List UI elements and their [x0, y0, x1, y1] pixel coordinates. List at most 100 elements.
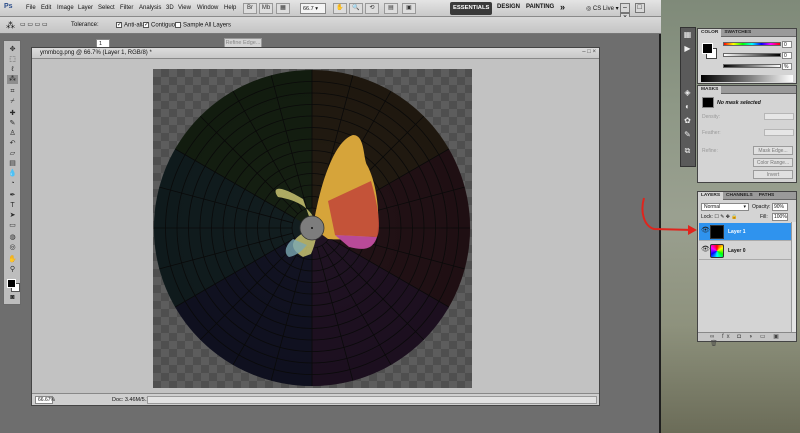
horizontal-scrollbar[interactable] — [147, 396, 597, 404]
mask-edge-button[interactable]: Mask Edge... — [753, 146, 793, 155]
brightness-slider[interactable] — [723, 64, 781, 68]
blur-icon[interactable]: 💧 — [7, 169, 18, 178]
lasso-icon[interactable]: ℓ — [7, 65, 18, 74]
magic-wand-icon[interactable]: ⁂ — [7, 75, 18, 84]
color-foreground-swatch[interactable] — [702, 43, 713, 54]
brushes-panel-icon[interactable]: ✎ — [681, 130, 694, 142]
history-panel-icon[interactable]: ▦ — [681, 30, 694, 42]
menu-layer[interactable]: Layer — [78, 5, 93, 11]
magic-wand-preset-icon[interactable]: ⁂ — [6, 20, 15, 31]
opacity-field[interactable]: 90% — [772, 203, 788, 211]
healing-icon[interactable]: ✚ — [7, 109, 18, 118]
pen-icon[interactable]: ✒ — [7, 191, 18, 200]
hue-slider[interactable] — [723, 42, 781, 46]
menu-filter[interactable]: Filter — [120, 5, 133, 11]
blend-mode-select[interactable]: Normal ▾ — [701, 203, 749, 211]
marquee-icon[interactable]: ⬚ — [7, 55, 18, 64]
type-icon[interactable]: T — [7, 201, 18, 210]
document-window: ymmbcg.png @ 66.7% (Layer 1, RGB/8) * – … — [31, 47, 600, 406]
more-workspaces-icon[interactable]: » — [560, 2, 565, 12]
menu-select[interactable]: Select — [98, 5, 115, 11]
menu-edit[interactable]: Edit — [41, 5, 51, 11]
arrange-docs-icon[interactable]: ▤ — [384, 3, 398, 14]
tab-paths[interactable]: PATHS — [756, 192, 778, 200]
zoom-field[interactable]: 66.67% — [35, 396, 55, 404]
workspace-essentials[interactable]: ESSENTIALS — [450, 2, 492, 15]
workspace-painting[interactable]: PAINTING — [526, 4, 554, 10]
styles-panel-icon[interactable]: ✿ — [681, 116, 694, 128]
workspace-design[interactable]: DESIGN — [497, 4, 520, 10]
foreground-color-swatch[interactable] — [7, 279, 16, 288]
history-brush-icon[interactable]: ↶ — [7, 139, 18, 148]
layer-row-layer-1[interactable]: 👁 Layer 1 — [699, 223, 791, 241]
eye-icon[interactable]: 👁 — [701, 246, 710, 254]
color-ramp[interactable] — [701, 75, 793, 82]
screen-mode-icon[interactable]: ▣ — [402, 3, 416, 14]
navigator-panel-icon[interactable]: ◈ — [681, 88, 694, 100]
3d-orbit-icon[interactable]: ◎ — [7, 243, 18, 252]
fill-field[interactable]: 100% — [772, 213, 788, 221]
canvas[interactable] — [153, 69, 472, 388]
menu-analysis[interactable]: Analysis — [139, 5, 161, 11]
path-select-icon[interactable]: ➤ — [7, 211, 18, 220]
density-field[interactable] — [764, 113, 794, 120]
zoom-tool-icon[interactable]: 🔍 — [349, 3, 363, 14]
tab-masks[interactable]: MASKS — [698, 86, 722, 94]
3d-rotate-icon[interactable]: ◍ — [7, 233, 18, 242]
status-bar: 66.67% Doc: 3.46M/5.11M — [32, 393, 599, 405]
hand-icon[interactable]: ✋ — [7, 255, 18, 264]
stamp-icon[interactable]: ♙ — [7, 129, 18, 138]
invert-button[interactable]: Invert — [753, 170, 793, 179]
menu-view[interactable]: View — [178, 5, 191, 11]
menu-help[interactable]: Help — [224, 5, 236, 11]
zoom-select[interactable]: 66.7 ▾ — [300, 3, 326, 14]
layer-row-layer-0[interactable]: 👁 Layer 0 — [699, 242, 791, 260]
lock-icons[interactable]: ☐ ✎ ✥ 🔒 — [714, 214, 737, 220]
crop-icon[interactable]: ⌗ — [7, 87, 18, 96]
layers-footer-icons[interactable]: ∞ fx ◘ ◑ ▭ ▣ 🗑 — [698, 332, 796, 347]
minimize-icon[interactable]: – — [620, 3, 630, 13]
color-range-button[interactable]: Color Range... — [753, 158, 793, 167]
menu-image[interactable]: Image — [57, 5, 74, 11]
menu-file[interactable]: File — [26, 5, 36, 11]
sample-all-layers-label: Sample All Layers — [183, 22, 232, 29]
move-icon[interactable]: ✥ — [7, 45, 18, 54]
document-window-controls[interactable]: – □ × — [582, 49, 596, 55]
brush-icon[interactable]: ✎ — [7, 119, 18, 128]
document-tab[interactable]: ymmbcg.png @ 66.7% (Layer 1, RGB/8) * – … — [32, 48, 599, 59]
tolerance-label: Tolerance: — [71, 22, 99, 28]
brightness-value[interactable]: % — [782, 63, 792, 70]
selection-mode-icons[interactable]: ▭ ▭ ▭ ▭ — [20, 21, 48, 28]
actions-panel-icon[interactable]: ▶ — [681, 44, 694, 56]
menu-3d[interactable]: 3D — [166, 5, 174, 11]
bridge-icon[interactable]: Br — [243, 3, 257, 14]
eye-icon[interactable]: 👁 — [701, 227, 710, 235]
menu-window[interactable]: Window — [197, 5, 218, 11]
tab-swatches[interactable]: SWATCHES — [721, 29, 754, 37]
shape-icon[interactable]: ▭ — [7, 221, 18, 230]
layers-scrollbar[interactable] — [791, 222, 796, 333]
cs-live-button[interactable]: ◎ CS Live ▾ — [586, 5, 619, 12]
saturation-slider[interactable] — [723, 53, 781, 57]
rotate-view-icon[interactable]: ⟲ — [365, 3, 379, 14]
quick-mask-icon[interactable]: ◙ — [7, 293, 18, 302]
eraser-icon[interactable]: ▱ — [7, 149, 18, 158]
feather-field[interactable] — [764, 129, 794, 136]
layers-panel: LAYERS CHANNELS PATHS Normal ▾ Opacity: 90%… — [697, 191, 797, 347]
dodge-icon[interactable]: ◔ — [7, 179, 18, 188]
tab-layers[interactable]: LAYERS — [698, 192, 724, 200]
hand-tool-icon[interactable]: ✋ — [333, 3, 347, 14]
maximize-icon[interactable]: □ — [634, 3, 645, 13]
zoom-icon[interactable]: ⚲ — [7, 265, 18, 274]
clone-source-panel-icon[interactable]: ⧉ — [681, 146, 694, 158]
saturation-value[interactable]: 0 — [782, 52, 792, 59]
adjustments-panel-icon[interactable]: ◐ — [681, 102, 694, 114]
sample-all-layers-checkbox[interactable]: Sample All Layers — [175, 22, 231, 29]
eyedropper-icon[interactable]: ⌿ — [7, 97, 18, 106]
tab-color[interactable]: COLOR — [698, 29, 722, 37]
hue-value[interactable]: 0 — [782, 41, 792, 48]
gradient-icon[interactable]: ▤ — [7, 159, 18, 168]
guides-icon[interactable]: ▦ — [276, 3, 290, 14]
minibridge-icon[interactable]: Mb — [259, 3, 273, 14]
tab-channels[interactable]: CHANNELS — [723, 192, 756, 200]
